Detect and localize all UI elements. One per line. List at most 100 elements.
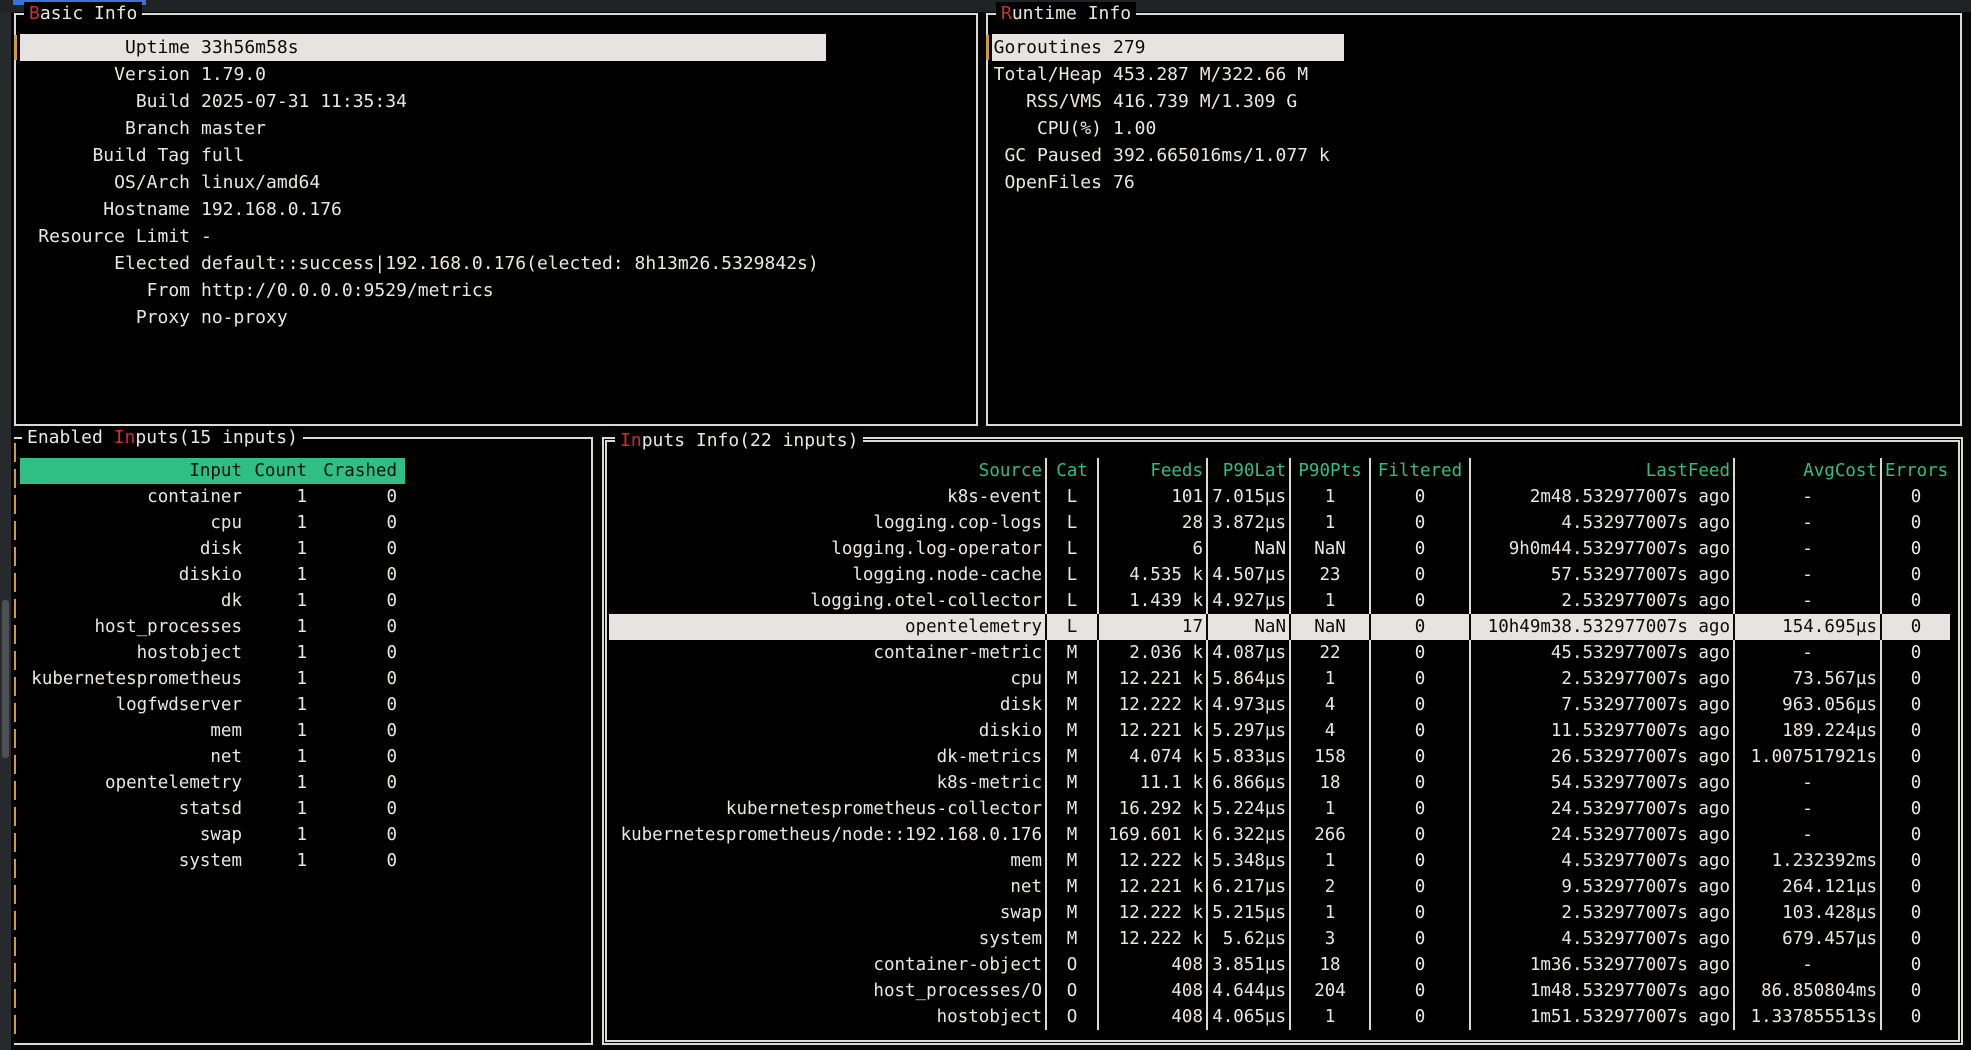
table-row[interactable]: host_processes10 xyxy=(20,614,405,640)
cell-lastfeed: 11.532977007s ago xyxy=(1471,718,1735,744)
table-row[interactable]: hostobject10 xyxy=(20,640,405,666)
cell-source: dk-metrics xyxy=(609,744,1047,770)
scrollbar-thumb[interactable] xyxy=(2,600,9,758)
inputs-info-table: SourceCatFeedsP90LatP90PtsFilteredLastFe… xyxy=(609,458,1950,1030)
cell-source: logging.otel-collector xyxy=(609,588,1047,614)
info-value: master xyxy=(201,115,266,142)
info-row[interactable]: RSS/VMS416.739 M/1.309 G xyxy=(992,88,1956,115)
table-row[interactable]: cpuM12.221 k5.864µs102.532977007s ago73.… xyxy=(609,666,1950,692)
cell-avgcost: - xyxy=(1735,484,1882,510)
info-row[interactable]: Resource Limit- xyxy=(20,223,972,250)
table-cell: system xyxy=(20,848,242,874)
table-row[interactable]: kubernetesprometheus10 xyxy=(20,666,405,692)
cell-avgcost: - xyxy=(1735,640,1882,666)
table-cell: 1 xyxy=(242,536,307,562)
info-row[interactable]: Electeddefault::success|192.168.0.176(el… xyxy=(20,250,972,277)
info-row[interactable]: Proxyno-proxy xyxy=(20,304,972,331)
info-row[interactable]: CPU(%)1.00 xyxy=(992,115,1956,142)
cell-cat: M xyxy=(1047,822,1099,848)
info-row[interactable]: Hostname192.168.0.176 xyxy=(20,196,972,223)
table-row[interactable]: kubernetesprometheus-collectorM16.292 k5… xyxy=(609,796,1950,822)
table-row[interactable]: k8s-eventL1017.015µs102m48.532977007s ag… xyxy=(609,484,1950,510)
table-row[interactable]: kubernetesprometheus/node::192.168.0.176… xyxy=(609,822,1950,848)
cell-avgcost: 189.224µs xyxy=(1735,718,1882,744)
cell-filtered: 0 xyxy=(1371,666,1471,692)
info-row[interactable]: OpenFiles76 xyxy=(992,169,1956,196)
table-row[interactable]: swap10 xyxy=(20,822,405,848)
cell-cat: M xyxy=(1047,796,1099,822)
table-cell: 0 xyxy=(307,640,397,666)
table-row[interactable]: logfwdserver10 xyxy=(20,692,405,718)
table-row[interactable]: container-metricM2.036 k4.087µs22045.532… xyxy=(609,640,1950,666)
column-header: Input xyxy=(20,458,242,484)
info-row[interactable]: Build Tagfull xyxy=(20,142,972,169)
info-row[interactable]: Build2025-07-31 11:35:34 xyxy=(20,88,972,115)
table-row[interactable]: memM12.222 k5.348µs104.532977007s ago1.2… xyxy=(609,848,1950,874)
table-cell: 0 xyxy=(307,666,397,692)
info-label: Build Tag xyxy=(20,142,190,169)
cell-feeds: 101 xyxy=(1099,484,1208,510)
table-row[interactable]: cpu10 xyxy=(20,510,405,536)
basic-info-title: Basic Info xyxy=(24,2,142,26)
cell-lastfeed: 2.532977007s ago xyxy=(1471,900,1735,926)
cell-avgcost: 1.007517921s xyxy=(1735,744,1882,770)
cell-filtered: 0 xyxy=(1371,588,1471,614)
cell-errors: 0 xyxy=(1882,692,1950,718)
table-row[interactable]: systemM12.222 k5.62µs304.532977007s ago6… xyxy=(609,926,1950,952)
table-row[interactable]: opentelemetryL17NaNNaN010h49m38.53297700… xyxy=(609,614,1950,640)
scrollbar-rail[interactable] xyxy=(0,12,11,1050)
table-row[interactable]: mem10 xyxy=(20,718,405,744)
table-row[interactable]: netM12.221 k6.217µs209.532977007s ago264… xyxy=(609,874,1950,900)
cell-p90lat: 4.507µs xyxy=(1208,562,1291,588)
table-row[interactable]: host_processes/OO4084.644µs20401m48.5329… xyxy=(609,978,1950,1004)
info-row[interactable]: GC Paused392.665016ms/1.077 k xyxy=(992,142,1956,169)
table-row[interactable]: logging.otel-collectorL1.439 k4.927µs102… xyxy=(609,588,1950,614)
cell-lastfeed: 9h0m44.532977007s ago xyxy=(1471,536,1735,562)
table-row[interactable]: diskM12.222 k4.973µs407.532977007s ago96… xyxy=(609,692,1950,718)
table-row[interactable]: logging.node-cacheL4.535 k4.507µs23057.5… xyxy=(609,562,1950,588)
table-row[interactable]: net10 xyxy=(20,744,405,770)
cell-cat: M xyxy=(1047,770,1099,796)
table-row[interactable]: logging.cop-logsL283.872µs104.532977007s… xyxy=(609,510,1950,536)
cell-p90lat: 5.224µs xyxy=(1208,796,1291,822)
cell-feeds: 408 xyxy=(1099,1004,1208,1030)
info-row[interactable]: Goroutines279 xyxy=(992,34,1344,61)
info-row[interactable]: OS/Archlinux/amd64 xyxy=(20,169,972,196)
cell-p90pts: 1 xyxy=(1291,848,1371,874)
table-row[interactable]: statsd10 xyxy=(20,796,405,822)
runtime-info-rows: Goroutines279Total/Heap453.287 M/322.66 … xyxy=(992,34,1956,196)
table-row[interactable]: system10 xyxy=(20,848,405,874)
info-value: no-proxy xyxy=(201,304,288,331)
table-row[interactable]: container10 xyxy=(20,484,405,510)
cell-errors: 0 xyxy=(1882,926,1950,952)
table-row[interactable]: logging.log-operatorL6NaNNaN09h0m44.5329… xyxy=(609,536,1950,562)
cell-p90lat: 5.833µs xyxy=(1208,744,1291,770)
table-row[interactable]: dk-metricsM4.074 k5.833µs158026.53297700… xyxy=(609,744,1950,770)
table-row[interactable]: container-objectO4083.851µs1801m36.53297… xyxy=(609,952,1950,978)
info-value: http://0.0.0.0:9529/metrics xyxy=(201,277,494,304)
table-cell: 0 xyxy=(307,744,397,770)
cell-p90pts: 1 xyxy=(1291,1004,1371,1030)
info-row[interactable]: Branchmaster xyxy=(20,115,972,142)
table-row[interactable]: opentelemetry10 xyxy=(20,770,405,796)
info-row[interactable]: Total/Heap453.287 M/322.66 M xyxy=(992,61,1956,88)
table-row[interactable]: disk10 xyxy=(20,536,405,562)
cell-cat: M xyxy=(1047,692,1099,718)
cell-feeds: 12.222 k xyxy=(1099,900,1208,926)
info-value: 416.739 M/1.309 G xyxy=(1113,88,1297,115)
info-value: default::success|192.168.0.176(elected: … xyxy=(201,250,819,277)
table-row[interactable]: hostobjectO4084.065µs101m51.532977007s a… xyxy=(609,1004,1950,1030)
cell-lastfeed: 57.532977007s ago xyxy=(1471,562,1735,588)
column-header: Crashed xyxy=(307,458,397,484)
cell-source: kubernetesprometheus-collector xyxy=(609,796,1047,822)
cell-lastfeed: 1m48.532977007s ago xyxy=(1471,978,1735,1004)
info-row[interactable]: Uptime33h56m58s xyxy=(20,34,826,61)
info-row[interactable]: Fromhttp://0.0.0.0:9529/metrics xyxy=(20,277,972,304)
table-row[interactable]: diskioM12.221 k5.297µs4011.532977007s ag… xyxy=(609,718,1950,744)
table-row[interactable]: diskio10 xyxy=(20,562,405,588)
table-row[interactable]: k8s-metricM11.1 k6.866µs18054.532977007s… xyxy=(609,770,1950,796)
info-row[interactable]: Version1.79.0 xyxy=(20,61,972,88)
table-row[interactable]: dk10 xyxy=(20,588,405,614)
table-row[interactable]: swapM12.222 k5.215µs102.532977007s ago10… xyxy=(609,900,1950,926)
title-text: asic Info xyxy=(40,3,138,24)
